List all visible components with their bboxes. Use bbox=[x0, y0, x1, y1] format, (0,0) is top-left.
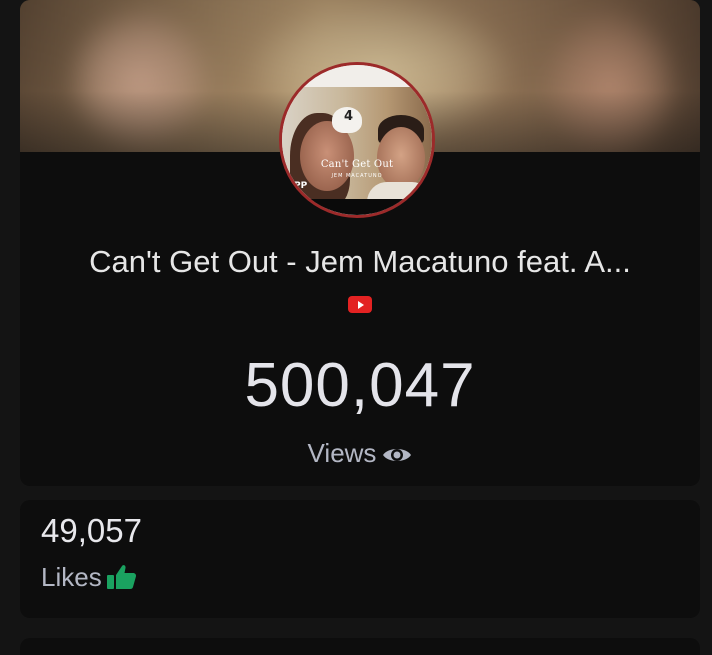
thumbnail-title: Can't Get Out bbox=[320, 159, 394, 170]
likes-card: 49,057 Likes bbox=[20, 500, 700, 618]
views-card: 4 Can't Get Out JEM MACATUNO PP Can't Ge… bbox=[20, 0, 700, 486]
thumbs-up-icon bbox=[106, 563, 138, 598]
views-label-row: Views bbox=[20, 438, 700, 473]
thumbnail-corner-text: PP bbox=[294, 181, 308, 191]
youtube-icon[interactable] bbox=[348, 296, 372, 313]
likes-label: Likes bbox=[41, 562, 102, 592]
thumbnail-cap-number: 4 bbox=[344, 109, 354, 124]
likes-label-row: Likes bbox=[41, 562, 138, 598]
eye-icon bbox=[382, 442, 412, 473]
views-label: Views bbox=[307, 438, 377, 468]
video-thumbnail[interactable]: 4 Can't Get Out JEM MACATUNO PP bbox=[279, 62, 435, 218]
next-card bbox=[20, 638, 700, 655]
page: 4 Can't Get Out JEM MACATUNO PP Can't Ge… bbox=[0, 0, 712, 655]
likes-count: 49,057 bbox=[41, 512, 142, 549]
views-count: 500,047 bbox=[244, 351, 476, 420]
thumbnail-subtitle: JEM MACATUNO bbox=[331, 173, 383, 179]
video-title[interactable]: Can't Get Out - Jem Macatuno feat. A... bbox=[48, 244, 672, 280]
